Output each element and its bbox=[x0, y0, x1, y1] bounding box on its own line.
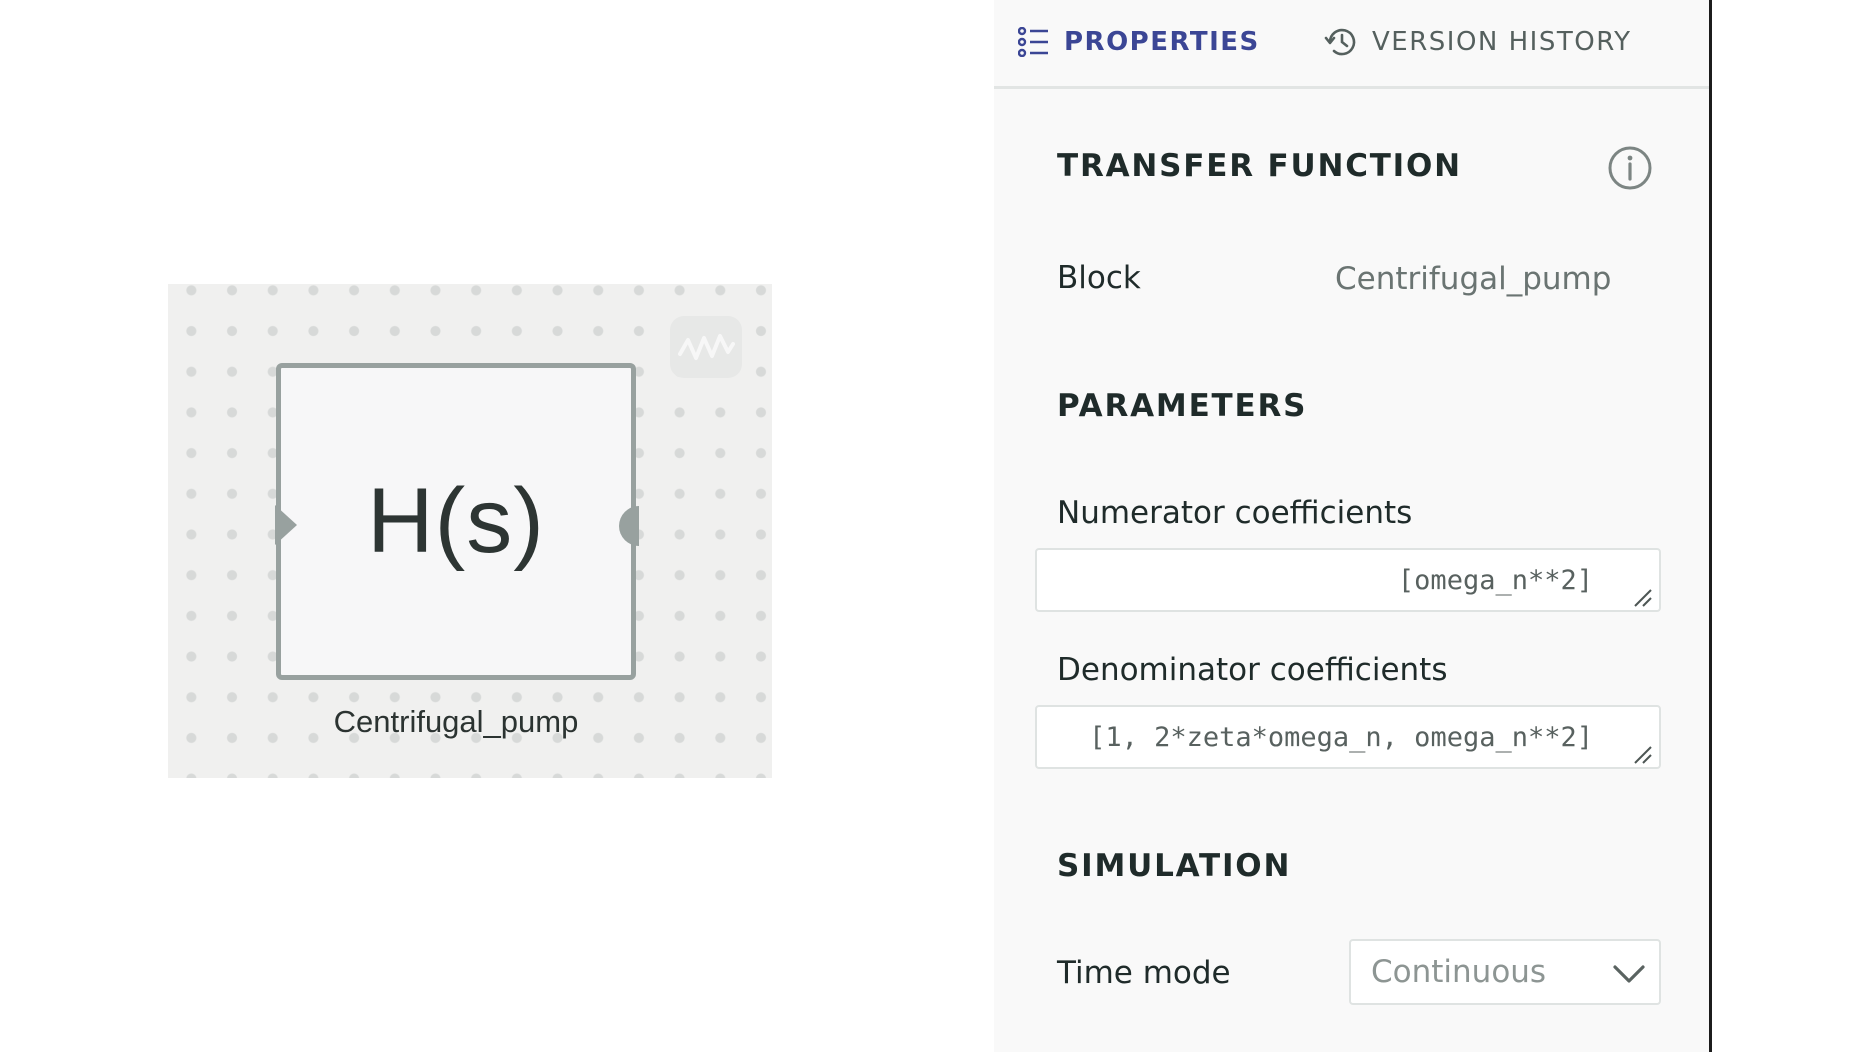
denominator-input[interactable]: [1, 2*zeta*omega_n, omega_n**2] bbox=[1035, 705, 1661, 769]
time-mode-label: Time mode bbox=[1057, 955, 1231, 991]
denominator-label: Denominator coefficients bbox=[1057, 652, 1448, 688]
panel-tabs: PROPERTIES VERSION HISTORY bbox=[994, 0, 1709, 89]
resize-grip-icon[interactable] bbox=[1631, 584, 1653, 607]
tab-version-history-label: VERSION HISTORY bbox=[1372, 27, 1632, 57]
time-mode-value: Continuous bbox=[1371, 954, 1547, 990]
properties-panel: PROPERTIES VERSION HISTORY TRANSFER FUNC… bbox=[994, 0, 1712, 1052]
simulation-title: SIMULATION bbox=[1057, 848, 1292, 884]
block-row-label: Block bbox=[1057, 260, 1141, 296]
block-row-value: Centrifugal_pump bbox=[1335, 261, 1612, 297]
numerator-label: Numerator coefficients bbox=[1057, 495, 1413, 531]
tab-properties-label: PROPERTIES bbox=[1064, 27, 1260, 57]
chevron-down-icon bbox=[1611, 959, 1647, 987]
parameters-title: PARAMETERS bbox=[1057, 388, 1308, 424]
block-type-title: TRANSFER FUNCTION bbox=[1057, 148, 1462, 184]
numerator-value: [omega_n**2] bbox=[1397, 564, 1593, 596]
block-name-label[interactable]: Centrifugal_pump bbox=[276, 704, 636, 740]
tab-properties[interactable]: PROPERTIES bbox=[1018, 20, 1260, 64]
transfer-function-block[interactable]: H(s) bbox=[276, 363, 636, 680]
waveform-icon[interactable] bbox=[670, 316, 742, 378]
denominator-value: [1, 2*zeta*omega_n, omega_n**2] bbox=[1089, 721, 1593, 753]
block-symbol: H(s) bbox=[367, 470, 545, 572]
info-icon[interactable] bbox=[1606, 144, 1654, 192]
resize-grip-icon[interactable] bbox=[1631, 741, 1653, 764]
diagram-canvas[interactable]: H(s) Centrifugal_pump bbox=[0, 0, 994, 1052]
history-icon bbox=[1324, 26, 1358, 58]
time-mode-select[interactable]: Continuous bbox=[1349, 939, 1661, 1005]
input-port[interactable] bbox=[275, 505, 297, 545]
tab-version-history[interactable]: VERSION HISTORY bbox=[1324, 20, 1631, 64]
list-icon bbox=[1018, 27, 1050, 57]
numerator-input[interactable]: [omega_n**2] bbox=[1035, 548, 1661, 612]
